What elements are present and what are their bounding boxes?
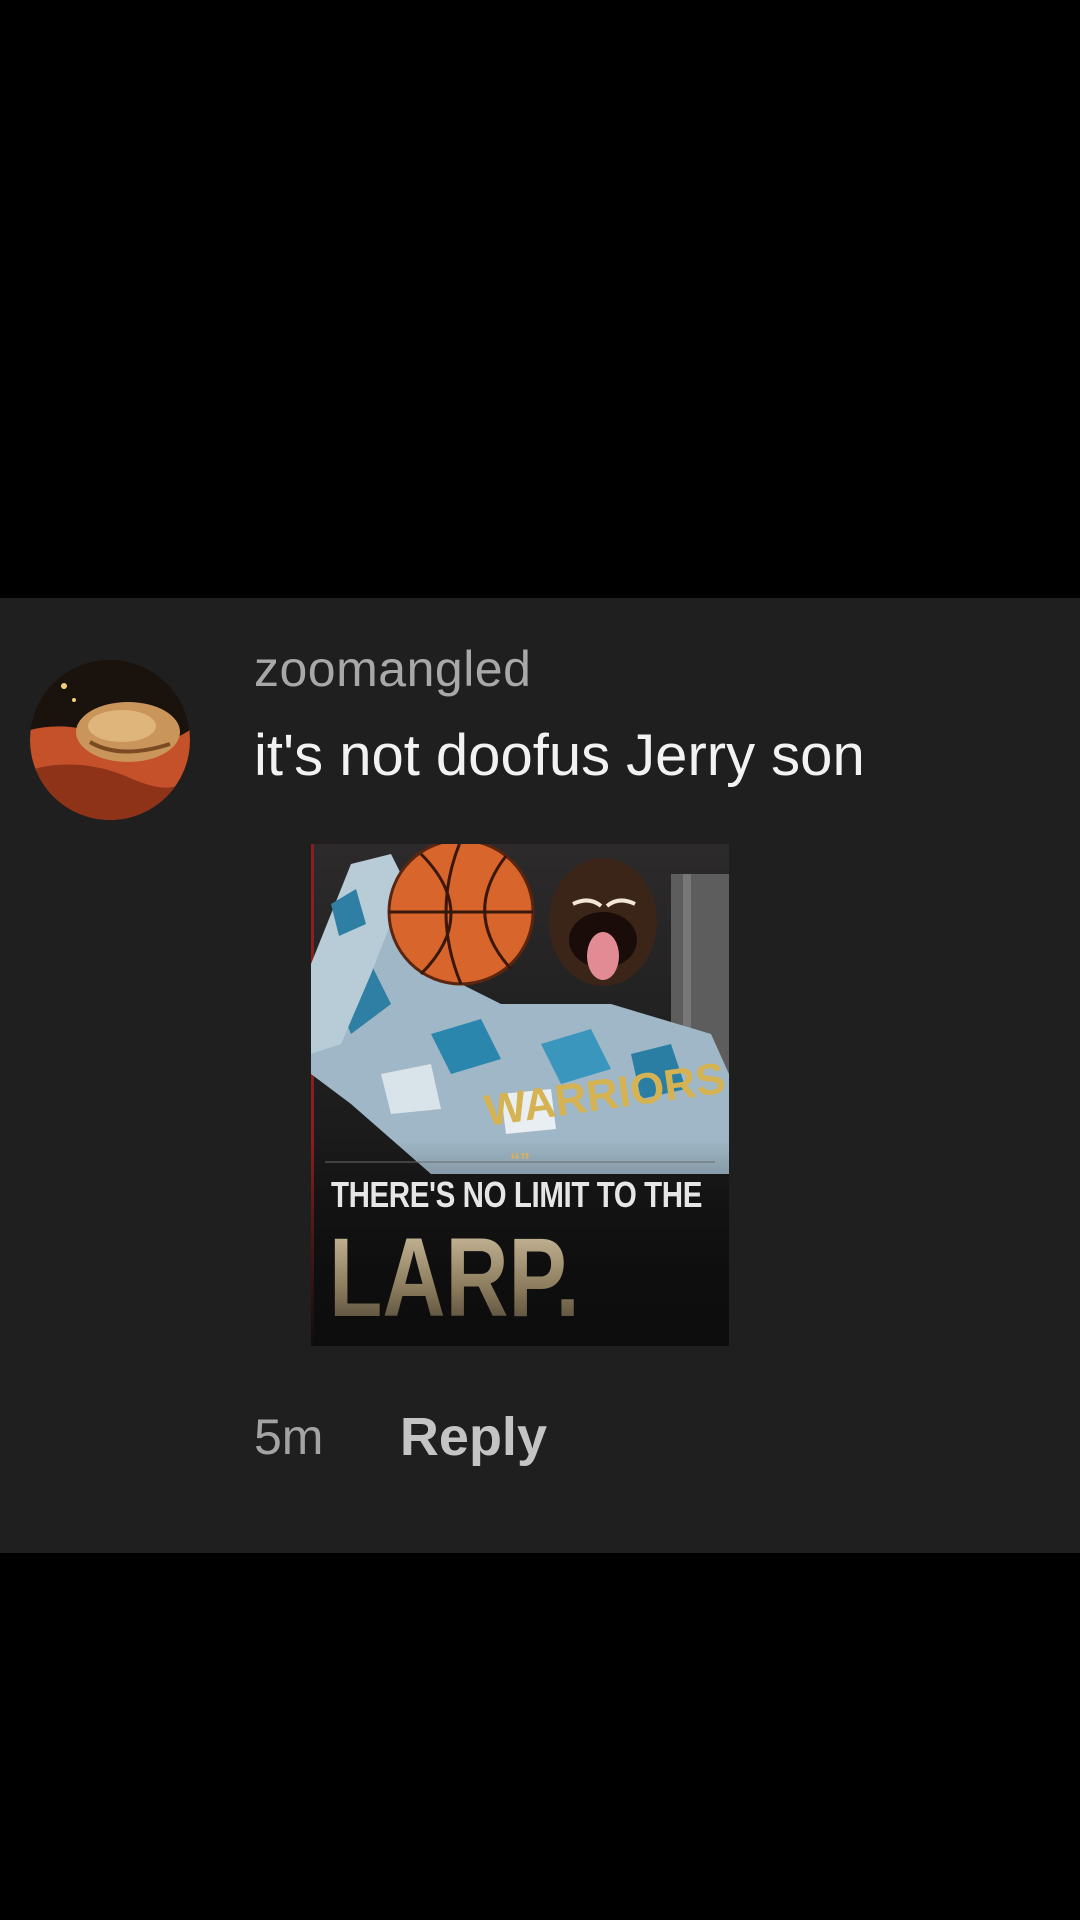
comment-timestamp: 5m xyxy=(254,1409,324,1465)
user-avatar[interactable] xyxy=(30,660,190,820)
comment-card: zoomangled it's not doofus Jerry son WAR… xyxy=(0,598,1080,1553)
screen: zoomangled it's not doofus Jerry son WAR… xyxy=(0,0,1080,1920)
comment-text: it's not doofus Jerry son xyxy=(254,723,865,788)
comment-meta-row: 5m Reply xyxy=(254,1406,547,1468)
avatar-image xyxy=(30,660,190,820)
reply-button[interactable]: Reply xyxy=(400,1406,547,1468)
meme-image[interactable]: WARRIORS “” THERE'S NO LIMIT TO THE LARP… xyxy=(311,844,729,1346)
meme-caption-line2: LARP. xyxy=(329,1215,580,1340)
username[interactable]: zoomangled xyxy=(254,640,531,698)
meme-caption-line1: THERE'S NO LIMIT TO THE xyxy=(331,1174,702,1215)
quote-mark-icon: “” xyxy=(510,1150,530,1172)
